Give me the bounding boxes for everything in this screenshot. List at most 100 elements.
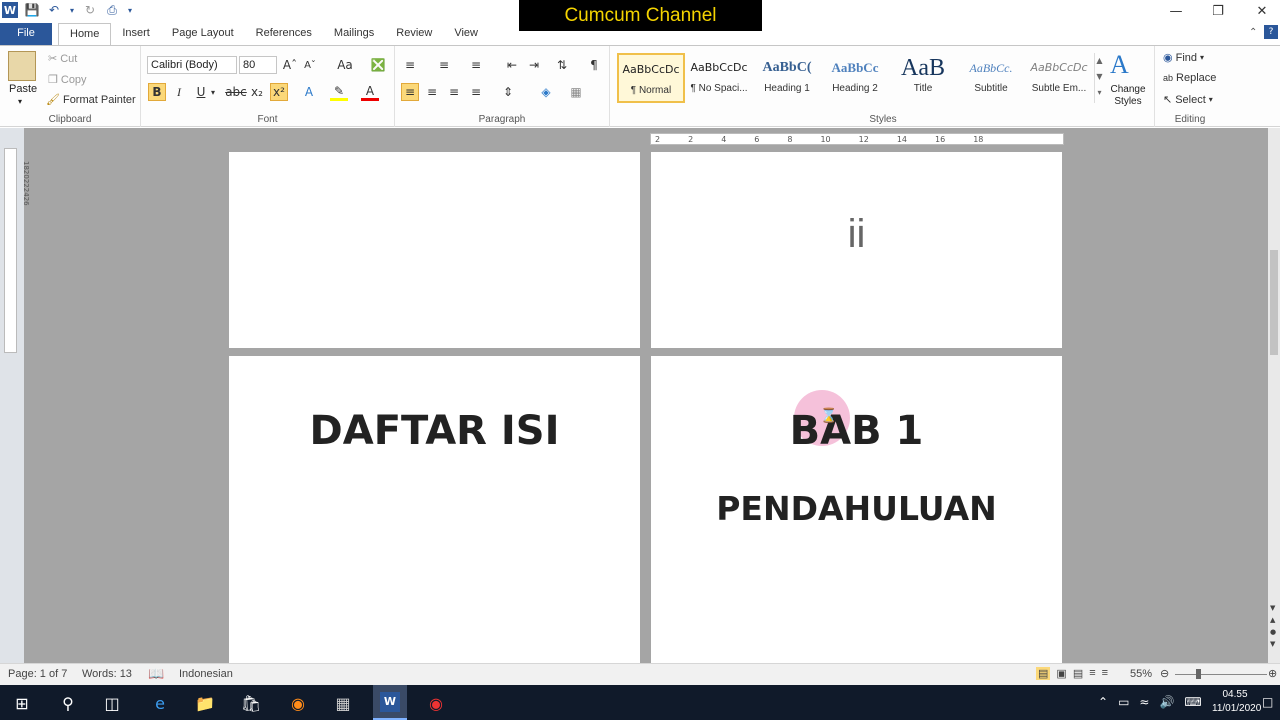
wifi-icon[interactable]: ≈: [1139, 695, 1149, 709]
tab-review[interactable]: Review: [385, 23, 443, 45]
tab-mailings[interactable]: Mailings: [323, 23, 385, 45]
undo-dropdown-icon[interactable]: ▾: [68, 2, 76, 18]
underline-button[interactable]: U: [192, 83, 210, 101]
full-screen-reading-icon[interactable]: ▣: [1056, 667, 1066, 680]
font-color-icon[interactable]: A: [361, 83, 379, 101]
font-name-select[interactable]: Calibri (Body): [147, 56, 237, 74]
windows-start-icon[interactable]: ⊞: [10, 691, 34, 715]
text-effects-icon[interactable]: A: [300, 83, 318, 101]
web-layout-icon[interactable]: ▤: [1073, 667, 1083, 680]
media-app-icon[interactable]: ▦: [331, 691, 355, 715]
scrollbar-thumb[interactable]: [1270, 250, 1278, 355]
select-button[interactable]: ↖ Select ▾: [1163, 93, 1213, 107]
paste-icon[interactable]: [8, 51, 36, 81]
numbering-icon[interactable]: ≡: [435, 56, 453, 74]
zoom-level[interactable]: 55%: [1130, 668, 1152, 680]
minimize-button[interactable]: —: [1154, 0, 1198, 23]
bold-button[interactable]: B: [148, 83, 166, 101]
align-center-button[interactable]: ≡: [423, 83, 441, 101]
draft-icon[interactable]: ≡: [1102, 667, 1108, 680]
page-2[interactable]: ii: [651, 152, 1062, 348]
tray-expand-icon[interactable]: ⌃: [1098, 695, 1108, 709]
style-heading-2[interactable]: AaBbCc Heading 2: [821, 53, 889, 103]
find-button[interactable]: ◉ Find ▾: [1163, 51, 1204, 65]
word-count[interactable]: Words: 13: [82, 668, 132, 680]
customize-toolbar-icon[interactable]: ▾: [126, 2, 134, 18]
sort-icon[interactable]: ⇅: [553, 56, 571, 74]
outline-icon[interactable]: ≡: [1089, 667, 1095, 680]
underline-dropdown-icon[interactable]: ▾: [209, 83, 217, 101]
page-4[interactable]: BAB 1 ⌛ PENDAHULUAN: [651, 356, 1062, 663]
style-subtitle[interactable]: AaBbCc. Subtitle: [957, 53, 1025, 103]
zoom-out-icon[interactable]: ⊖: [1160, 667, 1169, 680]
task-view-icon[interactable]: ◫: [100, 691, 124, 715]
replace-button[interactable]: ab Replace: [1163, 72, 1216, 84]
keyboard-icon[interactable]: ⌨: [1184, 695, 1201, 709]
help-icon[interactable]: ?: [1264, 25, 1278, 39]
word-taskbar-button[interactable]: W: [373, 685, 407, 720]
volume-icon[interactable]: 🔊: [1159, 695, 1174, 709]
bullets-icon[interactable]: ≡: [401, 56, 419, 74]
page-nav-icons[interactable]: ▼ ▲ ● ▼: [1270, 602, 1276, 650]
tab-home[interactable]: Home: [58, 23, 112, 45]
style-no-spacing[interactable]: AaBbCcDc ¶ No Spaci...: [685, 53, 753, 103]
print-preview-icon[interactable]: ⎙: [104, 2, 120, 18]
change-styles-icon[interactable]: A: [1110, 50, 1129, 80]
style-normal[interactable]: AaBbCcDc ¶ Normal: [617, 53, 685, 103]
firefox-icon[interactable]: ◉: [286, 691, 310, 715]
record-icon[interactable]: ◉: [424, 691, 448, 715]
save-icon[interactable]: 💾: [24, 2, 40, 18]
format-painter-button[interactable]: 🖌 Format Painter: [46, 93, 136, 107]
restore-button[interactable]: ❐: [1196, 0, 1240, 23]
page-3[interactable]: DAFTAR ISI: [229, 356, 640, 663]
paste-dropdown-icon[interactable]: ▾: [18, 97, 22, 106]
zoom-in-icon[interactable]: ⊕: [1268, 667, 1277, 680]
collapse-ribbon-icon[interactable]: ⌃: [1249, 27, 1257, 38]
tab-insert[interactable]: Insert: [111, 23, 161, 45]
edge-browser-icon[interactable]: e: [148, 691, 172, 715]
superscript-button[interactable]: x²: [270, 83, 288, 101]
tab-references[interactable]: References: [245, 23, 323, 45]
notifications-icon[interactable]: □: [1262, 695, 1273, 709]
page-1[interactable]: [229, 152, 640, 348]
justify-button[interactable]: ≡: [467, 83, 485, 101]
increase-indent-icon[interactable]: ⇥: [525, 56, 543, 74]
close-button[interactable]: ✕: [1240, 0, 1280, 23]
tab-view[interactable]: View: [443, 23, 489, 45]
tab-file[interactable]: File: [0, 23, 52, 45]
file-explorer-icon[interactable]: 📁: [193, 691, 217, 715]
style-subtle-emphasis[interactable]: AaBbCcDc Subtle Em...: [1025, 53, 1093, 103]
style-heading-1[interactable]: AaBbC( Heading 1: [753, 53, 821, 103]
zoom-slider[interactable]: [1175, 674, 1267, 675]
font-size-select[interactable]: 80: [239, 56, 277, 74]
paste-button[interactable]: Paste: [9, 83, 37, 95]
styles-scroll[interactable]: ▲ ▼ ▾: [1094, 53, 1104, 103]
grow-font-icon[interactable]: Aˆ: [281, 56, 299, 74]
align-right-button[interactable]: ≡: [445, 83, 463, 101]
cut-button[interactable]: ✂ Cut: [48, 52, 77, 66]
multilevel-list-icon[interactable]: ≡: [467, 56, 485, 74]
vertical-ruler[interactable]: 1820222426: [4, 148, 30, 353]
borders-icon[interactable]: ▦: [567, 83, 585, 101]
change-styles-button[interactable]: Change Styles: [1106, 84, 1150, 108]
language-indicator[interactable]: Indonesian: [179, 668, 233, 680]
shading-icon[interactable]: ◈: [537, 83, 555, 101]
clock[interactable]: 04.55 11/01/2020: [1212, 688, 1261, 716]
undo-icon[interactable]: ↶: [46, 2, 62, 18]
highlight-color-icon[interactable]: ✎: [330, 83, 348, 101]
clear-formatting-icon[interactable]: ❎: [369, 56, 387, 74]
decrease-indent-icon[interactable]: ⇤: [503, 56, 521, 74]
store-icon[interactable]: 🛍: [239, 691, 263, 715]
battery-icon[interactable]: ▭: [1118, 695, 1129, 709]
word-logo-icon[interactable]: W: [2, 2, 18, 18]
search-icon[interactable]: ⚲: [56, 691, 80, 715]
page-count[interactable]: Page: 1 of 7: [8, 668, 67, 680]
strikethrough-button[interactable]: abc: [225, 83, 247, 101]
proofing-icon[interactable]: 📖: [148, 666, 164, 682]
subscript-button[interactable]: x₂: [248, 83, 266, 101]
zoom-slider-thumb[interactable]: [1196, 669, 1201, 679]
align-left-button[interactable]: ≡: [401, 83, 419, 101]
style-title[interactable]: AaB Title: [889, 53, 957, 103]
tab-page-layout[interactable]: Page Layout: [161, 23, 245, 45]
horizontal-ruler[interactable]: 2 2 4 6 8 10 12 14 16 18: [650, 133, 1064, 145]
